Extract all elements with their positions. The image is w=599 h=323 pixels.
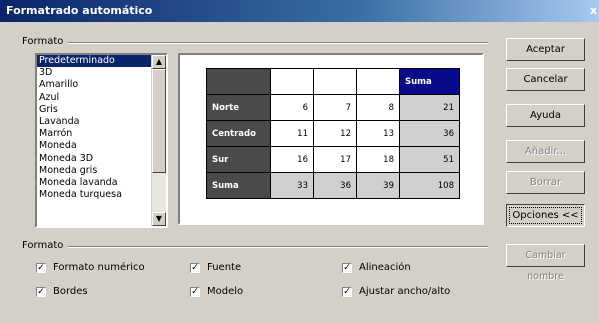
preview-row-label: Suma: [206, 172, 271, 199]
preview-sum-cell: 36: [399, 120, 460, 147]
preview-sum-cell: 21: [399, 94, 460, 121]
preview-cell: 13: [356, 120, 400, 147]
close-icon[interactable]: x: [590, 4, 597, 17]
checkmark-icon: ✓: [190, 262, 200, 273]
pattern-label: Modelo: [207, 286, 244, 297]
cancel-button[interactable]: Cancelar: [506, 68, 585, 91]
checkmark-icon: ✓: [36, 286, 46, 297]
pattern-checkbox[interactable]: ✓ Modelo: [190, 286, 243, 297]
borders-checkbox[interactable]: ✓ Bordes: [36, 286, 88, 297]
preview-cell: 11: [270, 120, 314, 147]
scroll-down-icon[interactable]: ▼: [152, 212, 166, 226]
format-list-item[interactable]: Lavanda: [37, 116, 153, 128]
format-group-divider: [68, 42, 488, 44]
add-button[interactable]: Añadir...: [506, 140, 585, 163]
preview-col-header: Mar: [356, 68, 400, 95]
title-bar[interactable]: Formatrado automático x: [0, 0, 599, 22]
preview-col-header: Feb: [313, 68, 357, 95]
preview-cell: 17: [313, 146, 357, 173]
preview-total-cell: 36: [313, 172, 357, 199]
options-group-divider: [68, 246, 488, 248]
font-checkbox[interactable]: ✓ Fuente: [190, 262, 241, 273]
checkmark-icon: ✓: [342, 262, 352, 273]
scroll-up-icon[interactable]: ▲: [152, 55, 166, 69]
preview-cell: 12: [313, 120, 357, 147]
checkmark-icon: ✓: [190, 286, 200, 297]
format-list-item[interactable]: Moneda 3D: [37, 153, 153, 165]
accept-button[interactable]: Aceptar: [506, 38, 585, 61]
format-list-item[interactable]: Marrón: [37, 128, 153, 140]
preview-row: Norte 6 7 8 21: [206, 94, 460, 121]
format-list-item[interactable]: Predeterminado: [37, 55, 153, 68]
format-list-scrollbar[interactable]: ▲ ▼: [151, 55, 166, 226]
preview-total-cell: 39: [356, 172, 400, 199]
preview-cell: 18: [356, 146, 400, 173]
alignment-checkbox[interactable]: ✓ Alineación: [342, 262, 411, 273]
format-list-item[interactable]: Moneda lavanda: [37, 177, 153, 189]
preview-row-label: Norte: [206, 94, 271, 121]
format-list-item[interactable]: Azul: [37, 92, 153, 104]
format-list-item[interactable]: Moneda gris: [37, 165, 153, 177]
preview-row-label: Sur: [206, 146, 271, 173]
help-button[interactable]: Ayuda: [506, 104, 585, 127]
format-preview: Ene Feb Mar Suma Norte 6 7 8 21 Centrado…: [178, 53, 484, 225]
window-title: Formatrado automático: [6, 4, 153, 17]
format-list-item[interactable]: Moneda: [37, 140, 153, 152]
scroll-thumb[interactable]: [152, 69, 166, 173]
autofit-checkbox[interactable]: ✓ Ajustar ancho/alto: [342, 286, 450, 297]
preview-total-cell: 33: [270, 172, 314, 199]
preview-row: Sur 16 17 18 51: [206, 146, 460, 173]
preview-cell: 16: [270, 146, 314, 173]
font-label: Fuente: [207, 262, 242, 273]
format-list-item[interactable]: Gris: [37, 104, 153, 116]
options-button[interactable]: Opciones <<: [506, 204, 585, 227]
format-list-items: Predeterminado 3D Amarillo Azul Gris Lavanda M…: [37, 55, 153, 201]
format-listbox[interactable]: Predeterminado 3D Amarillo Azul Gris Lavanda M…: [35, 53, 168, 228]
preview-cell: 7: [313, 94, 357, 121]
format-group-label: Formato: [22, 36, 64, 47]
alignment-label: Alineación: [359, 262, 411, 273]
preview-grand-total-cell: 108: [399, 172, 460, 199]
preview-row: Centrado 11 12 13 36: [206, 120, 460, 147]
preview-table: Ene Feb Mar Suma Norte 6 7 8 21 Centrado…: [206, 68, 460, 199]
delete-button[interactable]: Borrar: [506, 171, 585, 194]
format-list-item[interactable]: Moneda turquesa: [37, 189, 153, 201]
checkmark-icon: ✓: [342, 286, 352, 297]
format-list-item[interactable]: 3D: [37, 67, 153, 79]
preview-col-header: Suma: [399, 68, 460, 95]
preview-row-label: Centrado: [206, 120, 271, 147]
preview-corner-cell: [206, 68, 271, 95]
preview-total-row: Suma 33 36 39 108: [206, 172, 460, 199]
options-group-label: Formato: [22, 240, 64, 251]
preview-header-row: Ene Feb Mar Suma: [206, 68, 460, 95]
preview-cell: 8: [356, 94, 400, 121]
checkmark-icon: ✓: [36, 262, 46, 273]
preview-col-header: Ene: [270, 68, 314, 95]
autofit-label: Ajustar ancho/alto: [359, 286, 451, 297]
number-format-label: Formato numérico: [53, 262, 145, 273]
number-format-checkbox[interactable]: ✓ Formato numérico: [36, 262, 145, 273]
preview-sum-cell: 51: [399, 146, 460, 173]
rename-button[interactable]: Cambiar nombre: [506, 244, 585, 282]
borders-label: Bordes: [53, 286, 88, 297]
format-list-item[interactable]: Amarillo: [37, 79, 153, 91]
preview-cell: 6: [270, 94, 314, 121]
